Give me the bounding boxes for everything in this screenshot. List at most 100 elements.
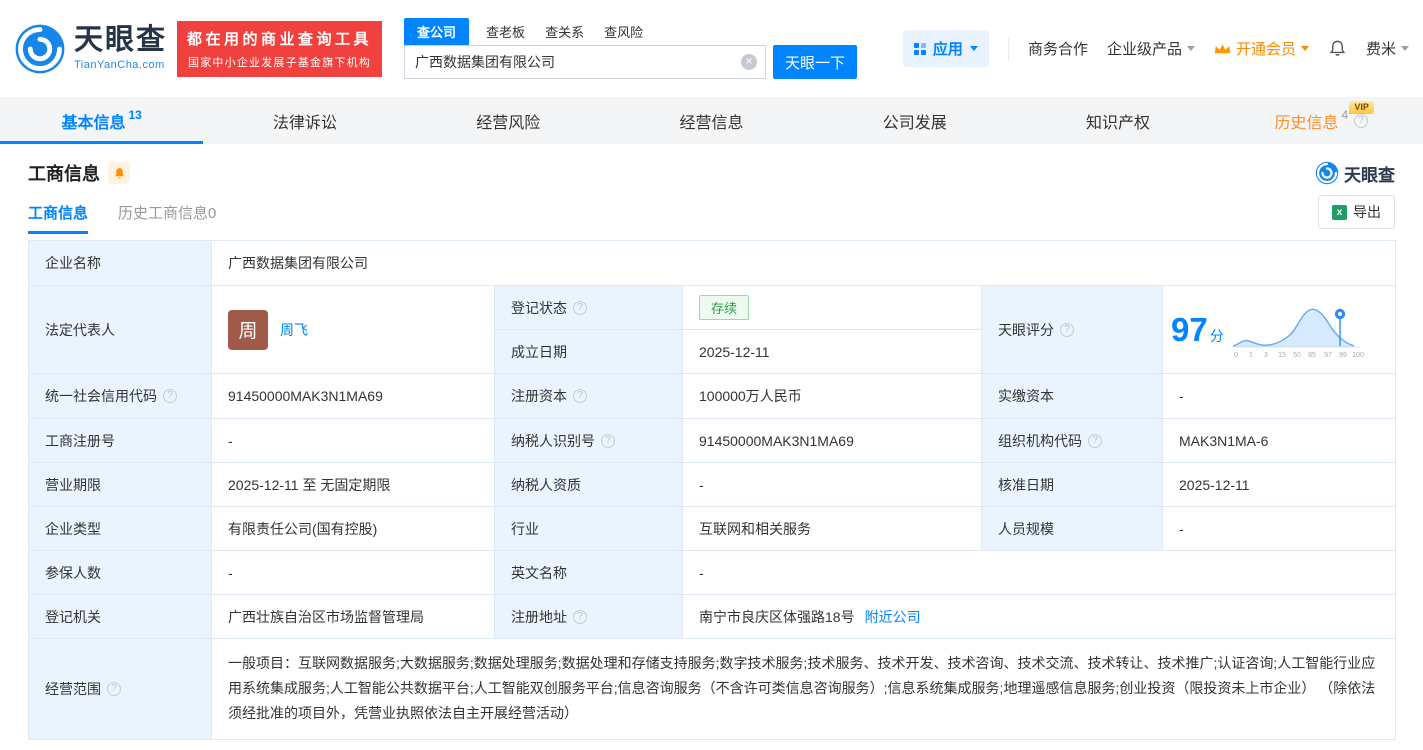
business-info-table: 企业名称 广西数据集团有限公司 法定代表人 周 周飞 登记状态 存续 天眼评分 … [28,240,1396,740]
apps-label: 应用 [933,38,963,59]
help-icon[interactable] [163,389,177,403]
field-value-industry: 互联网和相关服务 [683,507,982,551]
field-value-business-term: 2025-12-11 至 无固定期限 [212,463,495,507]
menu-business-coop[interactable]: 商务合作 [1028,38,1088,59]
field-label-establish-date: 成立日期 [495,330,683,374]
subtab-history-count: 0 [208,205,216,222]
table-row: 企业名称 广西数据集团有限公司 [29,241,1396,286]
menu-enterprise-products-label: 企业级产品 [1107,38,1182,59]
search-button[interactable]: 天眼一下 [773,45,857,79]
search-input[interactable] [404,45,766,79]
tianyancha-logo[interactable]: 天眼查 TianYanCha.com [14,23,167,75]
company-section-tabs: 基本信息 13 法律诉讼 经营风险 经营信息 公司发展 知识产权 VIP 历史信… [0,97,1423,144]
search-tab-boss[interactable]: 查老板 [483,18,528,45]
table-row: 营业期限 2025-12-11 至 无固定期限 纳税人资质 - 核准日期 202… [29,463,1396,507]
field-label-business-scope: 经营范围 [29,639,212,740]
chevron-down-icon [970,46,978,51]
brand-slogan-badge: 都在用的商业查询工具 国家中小企业发展子基金旗下机构 [177,21,382,77]
tab-basic-info-count: 13 [128,108,141,122]
slogan-line-2: 国家中小企业发展子基金旗下机构 [187,54,372,70]
search-tab-relation[interactable]: 查关系 [542,18,587,45]
field-value-paid-capital: - [1163,374,1396,419]
tab-basic-info-label: 基本信息 [61,109,125,133]
tab-company-development-label: 公司发展 [883,109,947,133]
svg-text:99: 99 [1339,352,1347,359]
export-button[interactable]: 导出 [1318,195,1395,229]
legal-rep-link[interactable]: 周飞 [280,320,308,340]
tianyancha-watermark: 天眼查 [1315,161,1395,186]
table-row: 工商注册号 - 纳税人识别号 91450000MAK3N1MA69 组织机构代码… [29,419,1396,463]
help-icon[interactable] [573,610,587,624]
field-label-paid-capital: 实缴资本 [982,374,1163,419]
field-label-company-name: 企业名称 [29,241,212,286]
help-icon[interactable] [573,301,587,315]
tab-history-info[interactable]: VIP 历史信息 4 [1220,97,1423,144]
svg-text:3: 3 [1264,352,1268,359]
excel-icon [1332,205,1347,220]
svg-text:0: 0 [1234,352,1238,359]
tab-intellectual-property-label: 知识产权 [1086,109,1150,133]
field-label-english-name: 英文名称 [495,551,683,595]
help-icon[interactable] [601,434,615,448]
notifications-button[interactable] [1328,39,1347,58]
bell-icon [1328,39,1347,58]
clear-search-icon[interactable] [741,54,757,70]
user-menu[interactable]: 费米 [1366,38,1409,59]
field-value-company-type: 有限责任公司(国有控股) [212,507,495,551]
subtab-history-label: 历史工商信息 [118,205,208,222]
brand-domain: TianYanCha.com [74,59,167,71]
bell-icon [113,167,126,180]
chevron-down-icon [1401,46,1409,51]
score-distribution-chart: 0 1 3 15 50 85 97 99 100 [1230,299,1364,361]
tianyancha-logo-icon [14,23,66,75]
crown-icon [1214,43,1231,55]
score-value: 97分 [1171,311,1224,349]
tab-operating-info[interactable]: 经营信息 [610,97,813,144]
help-icon[interactable] [573,389,587,403]
field-label-reg-number: 工商注册号 [29,419,212,463]
tianyancha-logo-icon [1315,161,1339,185]
field-label-reg-address: 注册地址 [495,595,683,639]
help-icon[interactable] [1060,323,1074,337]
tab-basic-info[interactable]: 基本信息 13 [0,97,203,144]
field-value-score: 97分 0 1 3 15 50 85 97 99 100 [1163,286,1396,374]
menu-open-vip-label: 开通会员 [1236,38,1296,59]
tab-legal-proceedings[interactable]: 法律诉讼 [203,97,406,144]
help-icon[interactable] [1354,114,1368,128]
svg-text:100: 100 [1352,352,1364,359]
search-tab-company[interactable]: 查公司 [404,18,469,45]
tab-intellectual-property[interactable]: 知识产权 [1016,97,1219,144]
field-value-establish-date: 2025-12-11 [683,330,982,374]
status-badge: 存续 [699,295,749,320]
watermark-brand-text: 天眼查 [1344,161,1395,186]
tab-operating-risk[interactable]: 经营风险 [407,97,610,144]
subtab-history-business-info[interactable]: 历史工商信息0 [118,202,216,234]
field-label-reg-authority: 登记机关 [29,595,212,639]
chevron-down-icon [1301,46,1309,51]
apps-menu-button[interactable]: 应用 [903,30,989,67]
help-icon[interactable] [107,682,121,696]
field-label-business-term: 营业期限 [29,463,212,507]
table-row: 经营范围 一般项目：互联网数据服务;大数据服务;数据处理服务;数据处理和存储支持… [29,639,1396,740]
tab-company-development[interactable]: 公司发展 [813,97,1016,144]
field-value-reg-authority: 广西壮族自治区市场监督管理局 [212,595,495,639]
menu-open-vip[interactable]: 开通会员 [1214,38,1309,59]
table-row: 统一社会信用代码 91450000MAK3N1MA69 注册资本 100000万… [29,374,1396,419]
table-row: 参保人数 - 英文名称 - [29,551,1396,595]
field-label-taxpayer-quality: 纳税人资质 [495,463,683,507]
tab-legal-proceedings-label: 法律诉讼 [273,109,337,133]
tab-operating-info-label: 经营信息 [679,109,743,133]
search-tab-risk[interactable]: 查风险 [601,18,646,45]
menu-enterprise-products[interactable]: 企业级产品 [1107,38,1195,59]
subscribe-bell-button[interactable] [108,162,130,184]
nearby-companies-link[interactable]: 附近公司 [865,609,921,625]
export-button-label: 导出 [1353,202,1381,222]
help-icon[interactable] [1088,434,1102,448]
slogan-line-1: 都在用的商业查询工具 [187,28,372,49]
svg-text:97: 97 [1324,352,1332,359]
legal-rep-avatar[interactable]: 周 [228,310,268,350]
field-value-staff-size: - [1163,507,1396,551]
field-value-approval-date: 2025-12-11 [1163,463,1396,507]
field-label-approval-date: 核准日期 [982,463,1163,507]
subtab-business-info[interactable]: 工商信息 [28,202,88,234]
